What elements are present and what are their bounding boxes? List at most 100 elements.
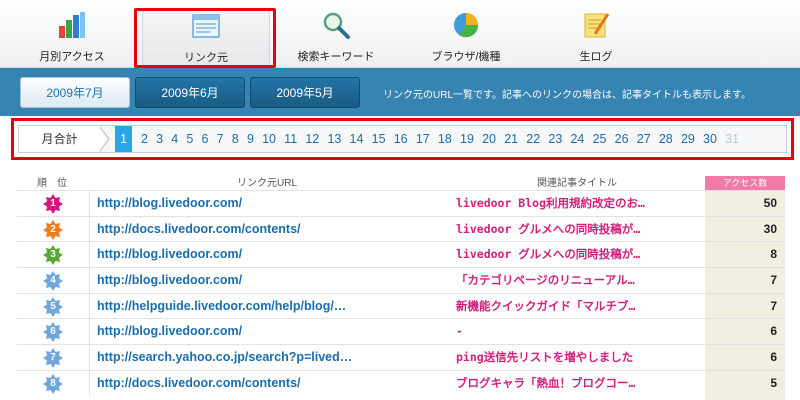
day-link[interactable]: 11 [284,126,297,152]
access-count: 7 [705,268,785,293]
day-link[interactable]: 21 [504,126,518,152]
rank-badge-icon: 3 [43,245,63,266]
rank-number: 8 [50,377,56,389]
day-link[interactable]: 6 [202,126,209,152]
day-link[interactable]: 3 [156,126,163,152]
day-link[interactable]: 28 [659,126,673,152]
tab-search-keyword[interactable]: 検索キーワード [272,8,400,66]
referrer-url-link[interactable]: http://blog.livedoor.com/ [97,242,242,267]
rank-badge-icon: 6 [43,322,63,343]
day-link[interactable]: 10 [262,126,276,152]
month-button-2009-05[interactable]: 2009年5月 [250,77,360,108]
rank-number: 7 [50,352,56,364]
article-title-link[interactable]: 「カテゴリページのリニューアル… [456,268,635,293]
month-total-button[interactable]: 月合計 [19,126,101,152]
day-link[interactable]: 15 [372,126,386,152]
day-link[interactable]: 24 [570,126,584,152]
tab-browser-device[interactable]: ブラウザ/機種 [402,8,530,66]
article-title-link[interactable]: livedoor Blog利用規約改定のお… [456,191,645,216]
day-link[interactable]: 8 [232,126,239,152]
month-bar: 2009年7月 2009年6月 2009年5月 リンク元のURL一覧です。記事へ… [0,68,800,116]
table-row: 8 http://docs.livedoor.com/contents/ブログキャ… [17,369,785,396]
rank-cell: 4 [17,268,90,293]
tab-label: 生ログ [579,51,613,63]
table-row: 1 http://blog.livedoor.com/livedoor Blog利… [17,190,785,216]
day-link[interactable]: 23 [548,126,562,152]
article-title-link[interactable]: 新機能クイックガイド「マルチブ… [456,294,635,319]
access-count: 30 [705,216,785,242]
day-link[interactable]: 14 [350,126,364,152]
table-header: 順 位 リンク元URL 関連記事タイトル アクセス数 [17,170,785,190]
day-link[interactable]: 19 [460,126,474,152]
notepad-icon [584,13,610,38]
day-link: 31 [725,132,740,146]
header-url: リンク元URL [237,178,298,189]
highlight-box-days: 月合計 1 2 3 4 5 6 7 8 9 10 11 12 13 14 15 16 17 18 19 20 21 22 2… [11,118,794,160]
referrer-url-link[interactable]: http://docs.livedoor.com/contents/ [97,217,301,242]
day-selector: 月合計 1 2 3 4 5 6 7 8 9 10 11 12 13 14 15 16 17 18 19 20 21 22 2… [18,125,787,153]
rank-badge-icon: 5 [43,296,63,317]
day-link[interactable]: 29 [681,126,695,152]
day-link[interactable]: 26 [615,126,629,152]
table-row: 7 http://search.yahoo.co.jp/search?p=live… [17,344,785,370]
day-link[interactable]: 13 [327,126,341,152]
day-link[interactable]: 4 [171,126,178,152]
tab-label: ブラウザ/機種 [431,51,501,63]
day-link[interactable]: 18 [438,126,452,152]
day-link[interactable]: 5 [186,126,193,152]
month-button-2009-07[interactable]: 2009年7月 [20,77,130,108]
highlight-box-tab [134,8,276,68]
rank-badge-icon: 7 [43,348,63,369]
access-count: 7 [705,293,785,319]
table-row: 2 http://docs.livedoor.com/contents/lived… [17,215,785,242]
referrer-url-link[interactable]: http://blog.livedoor.com/ [97,191,242,216]
table-row: 5 http://helpguide.livedoor.com/help/blog… [17,292,785,319]
magnifier-icon [323,12,350,39]
day-link[interactable]: 9 [247,126,254,152]
day-link[interactable]: 16 [394,126,408,152]
referrer-url-link[interactable]: http://docs.livedoor.com/contents/ [97,371,301,396]
day-link[interactable]: 1 [115,126,132,152]
rank-number: 1 [50,198,56,209]
rank-cell: 7 [17,345,90,370]
article-title-link[interactable]: livedoor グルメへの同時投稿が… [456,242,640,267]
day-link[interactable]: 27 [637,126,651,152]
access-count: 8 [705,242,785,268]
rank-number: 5 [50,300,56,312]
referrer-url-link[interactable]: http://helpguide.livedoor.com/help/blog/… [97,294,346,319]
table-row: 3 http://blog.livedoor.com/livedoor グルメへの… [17,241,785,268]
month-button-2009-06[interactable]: 2009年6月 [135,77,245,108]
day-link[interactable]: 7 [217,126,224,152]
article-title-link[interactable]: ping送信先リストを増やしました [456,345,633,370]
day-link[interactable]: 22 [526,126,540,152]
rank-number: 2 [50,223,56,235]
day-link[interactable]: 2 [141,126,148,152]
rank-cell: 3 [17,242,90,268]
table-row: 6 http://blog.livedoor.com/ - 6 [17,318,785,345]
day-link[interactable]: 25 [593,126,607,152]
rank-badge-icon: 1 [43,194,63,214]
rank-cell: 8 [17,370,90,396]
day-link[interactable]: 17 [416,126,430,152]
article-title-link[interactable]: - [456,319,463,344]
month-description: リンク元のURL一覧です。記事へのリンクの場合は、記事タイトルも表示します。 [383,90,752,101]
article-title-link[interactable]: livedoor グルメへの同時投稿が… [456,217,640,242]
day-link[interactable]: 30 [703,126,717,152]
referrer-url-link[interactable]: http://blog.livedoor.com/ [97,268,242,293]
day-link[interactable]: 12 [305,126,319,152]
access-count: 5 [705,370,785,396]
rank-cell: 5 [17,293,90,319]
day-link[interactable]: 20 [482,126,496,152]
rank-badge-icon: 4 [43,271,63,292]
rank-number: 6 [50,326,56,338]
tab-raw-log[interactable]: 生ログ [532,8,660,66]
table-row: 4 http://blog.livedoor.com/ 「カテゴリページのリニューア… [17,267,785,293]
tab-monthly-access[interactable]: 月別アクセス [8,8,136,66]
access-count: 6 [705,319,785,345]
referrer-url-link[interactable]: http://search.yahoo.co.jp/search?p=lived… [97,345,352,370]
bar-chart-icon [59,12,85,38]
rank-badge-icon: 2 [43,219,63,240]
referrer-url-link[interactable]: http://blog.livedoor.com/ [97,319,242,344]
article-title-link[interactable]: ブログキャラ「熱血！ブログコー… [456,371,635,396]
report-tab-bar: 月別アクセス リンク元 検索キーワード ブラウザ/機種 生ログ [0,0,800,68]
